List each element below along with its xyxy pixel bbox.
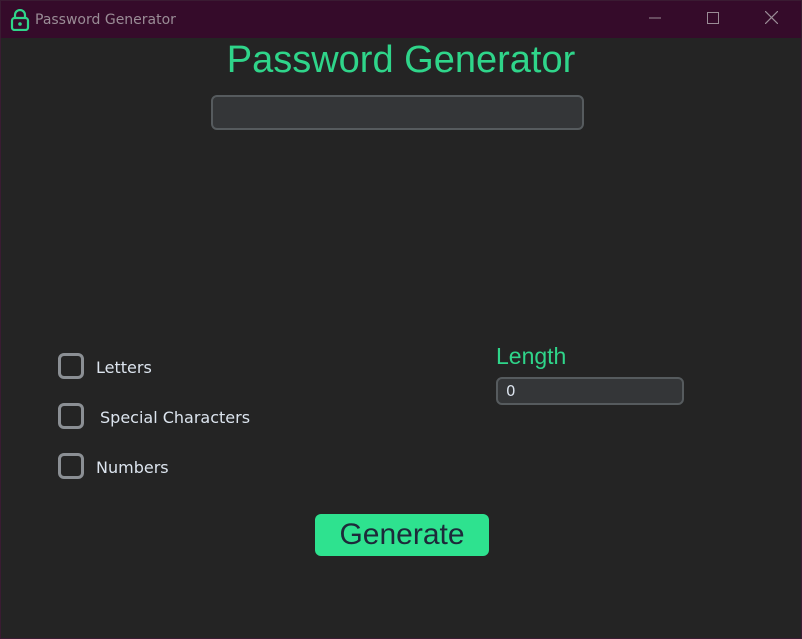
page-title: Password Generator [226, 39, 576, 81]
minimize-button[interactable] [626, 1, 684, 38]
length-label: Length [496, 343, 567, 369]
app-window: Password Generator Password Generator Le… [0, 0, 802, 639]
letters-label: Letters [96, 358, 152, 377]
lock-icon [10, 8, 30, 32]
maximize-icon [707, 11, 719, 29]
close-icon [764, 10, 778, 29]
special-characters-checkbox[interactable] [58, 403, 84, 429]
maximize-button[interactable] [684, 1, 742, 38]
special-characters-label: Special Characters [100, 408, 251, 427]
window-title: Password Generator [35, 12, 176, 28]
close-button[interactable] [742, 1, 800, 38]
letters-checkbox[interactable] [58, 353, 84, 379]
length-input[interactable] [496, 377, 684, 405]
password-output-field[interactable] [211, 95, 584, 130]
minimize-icon [649, 11, 661, 29]
numbers-label: Numbers [96, 458, 169, 477]
title-bar[interactable]: Password Generator [1, 1, 801, 38]
generate-button[interactable]: Generate [315, 514, 489, 556]
numbers-checkbox[interactable] [58, 453, 84, 479]
